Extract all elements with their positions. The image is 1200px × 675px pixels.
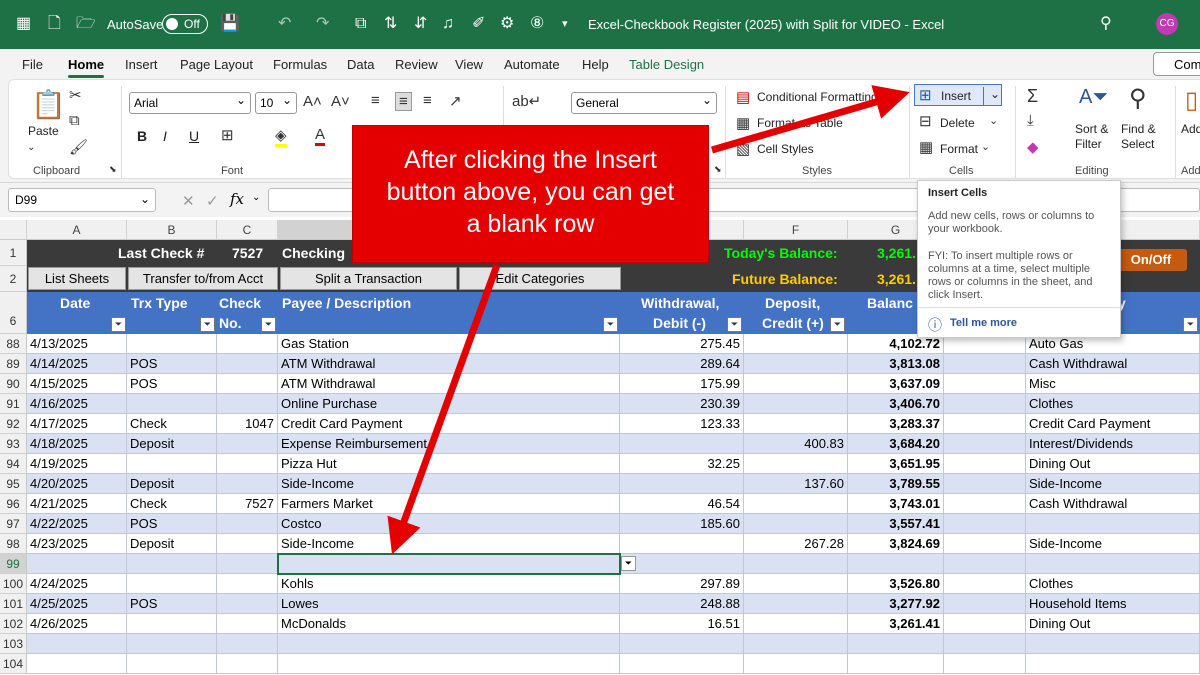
- arrow-to-insert-button: [711, 85, 910, 154]
- annotation-arrows: [387, 85, 910, 555]
- arrow-to-blank-row: [387, 263, 501, 555]
